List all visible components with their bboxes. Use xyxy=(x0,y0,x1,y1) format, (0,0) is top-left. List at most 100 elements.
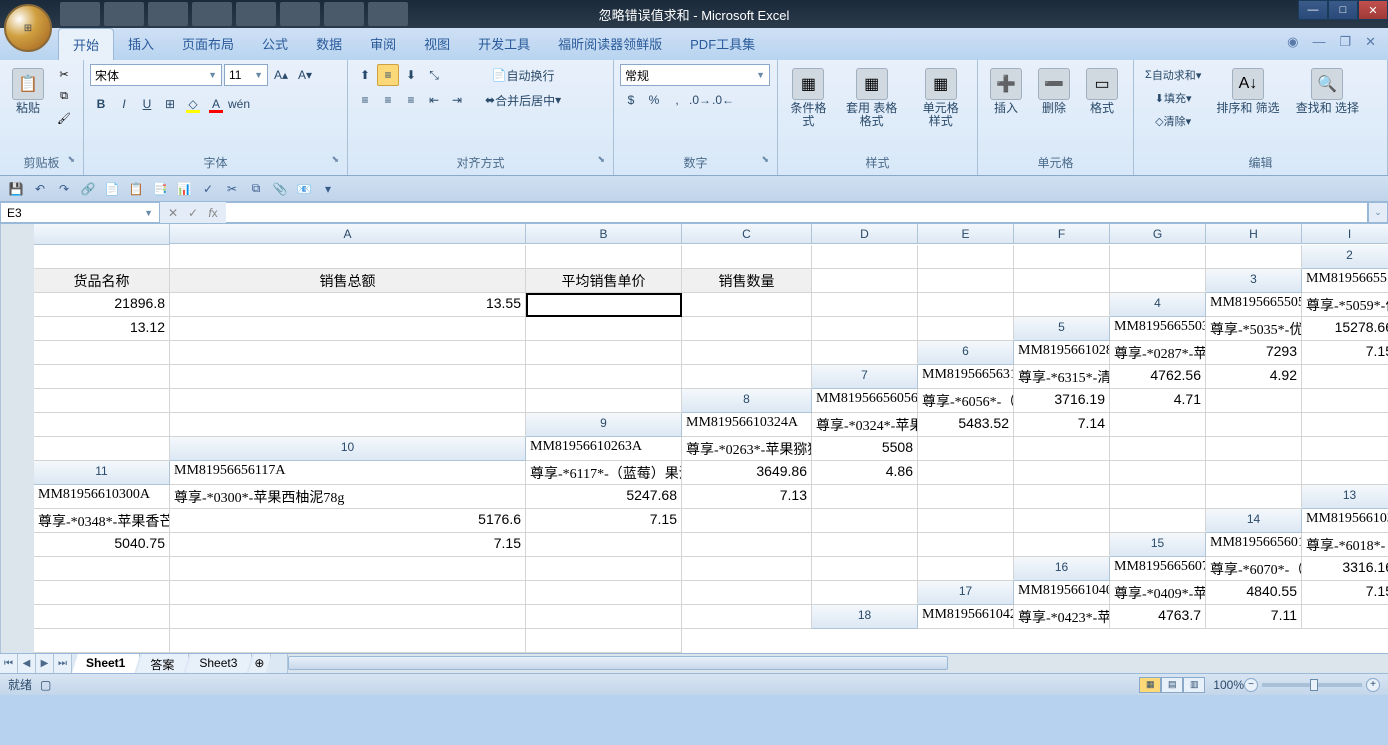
number-launcher[interactable]: ⬊ xyxy=(761,154,769,165)
doc-minimize-icon[interactable]: — xyxy=(1308,32,1329,52)
cell[interactable] xyxy=(526,341,682,365)
cell[interactable] xyxy=(170,365,526,389)
cell-styles-button[interactable]: ▦单元格 样式 xyxy=(910,64,971,132)
fill-button[interactable]: ⬇ 填充 ▾ xyxy=(1140,87,1206,109)
cell[interactable]: 7293 xyxy=(1206,341,1302,365)
cell[interactable] xyxy=(170,605,526,629)
col-header-I[interactable]: I xyxy=(1302,224,1388,244)
row-header[interactable]: 15 xyxy=(1110,533,1206,557)
cell[interactable]: 尊享-*6018*-（黑加仑）果汁泥 120g xyxy=(1302,533,1388,557)
sort-filter-button[interactable]: A↓排序和 筛选 xyxy=(1210,64,1285,119)
cell[interactable]: 货品名称 xyxy=(34,269,170,293)
cell[interactable] xyxy=(1014,485,1110,509)
cell[interactable] xyxy=(918,509,1014,533)
orientation-button[interactable]: ⤡ xyxy=(423,64,445,86)
qat-dropdown[interactable]: ▾ xyxy=(318,179,338,199)
cell[interactable] xyxy=(918,317,1014,341)
cut-button[interactable]: ✂ xyxy=(54,64,74,84)
tab-data[interactable]: 数据 xyxy=(302,28,356,60)
cell[interactable] xyxy=(918,437,1014,461)
select-all-button[interactable] xyxy=(34,224,170,245)
cell[interactable] xyxy=(34,245,170,269)
cell[interactable] xyxy=(34,557,170,581)
cell[interactable] xyxy=(170,629,526,653)
bold-button[interactable]: B xyxy=(90,93,112,115)
view-normal[interactable]: ▦ xyxy=(1139,677,1161,693)
row-header[interactable]: 11 xyxy=(34,461,170,485)
maximize-button[interactable]: □ xyxy=(1328,0,1358,20)
cell[interactable] xyxy=(1110,461,1206,485)
cell[interactable] xyxy=(1014,293,1110,317)
cell[interactable]: 尊享-*6117*-（蓝莓）果汁泥 120g xyxy=(526,461,682,485)
cell[interactable]: 13.55 xyxy=(170,293,526,317)
col-header-F[interactable]: F xyxy=(1014,224,1110,244)
cell[interactable] xyxy=(918,293,1014,317)
cell[interactable]: 3716.19 xyxy=(1014,389,1110,413)
help-icon[interactable]: ◉ xyxy=(1283,32,1302,52)
view-pagebreak[interactable]: ▥ xyxy=(1183,677,1205,693)
cell[interactable] xyxy=(918,485,1014,509)
cell[interactable]: MM81956655035A xyxy=(1110,317,1206,341)
cell[interactable]: 平均销售单价 xyxy=(526,269,682,293)
qat-btn9[interactable]: ✓ xyxy=(198,179,218,199)
row-header[interactable]: 3 xyxy=(1206,269,1302,293)
office-button[interactable]: ⊞ xyxy=(4,4,52,52)
cell[interactable]: MM81956656070A xyxy=(1110,557,1206,581)
cell[interactable] xyxy=(34,413,170,437)
cell[interactable] xyxy=(1014,533,1110,557)
cell[interactable]: 4762.56 xyxy=(1110,365,1206,389)
grow-font-button[interactable]: A▴ xyxy=(270,64,292,86)
sheet-nav-last[interactable]: ⏭ xyxy=(54,654,72,673)
doc-close-icon[interactable]: ✕ xyxy=(1361,32,1380,52)
format-painter-button[interactable]: 🖌 xyxy=(54,108,74,128)
cell[interactable] xyxy=(34,629,170,653)
cell[interactable]: 5247.68 xyxy=(526,485,682,509)
cell[interactable] xyxy=(1206,437,1302,461)
qat-save[interactable]: 💾 xyxy=(6,179,26,199)
cell[interactable] xyxy=(170,389,526,413)
cell[interactable] xyxy=(1206,413,1302,437)
phonetic-button[interactable]: wén xyxy=(228,93,250,115)
cell[interactable] xyxy=(682,293,812,317)
cell[interactable]: 15278.66 xyxy=(1302,317,1388,341)
col-header-E[interactable]: E xyxy=(918,224,1014,244)
row-header[interactable]: 8 xyxy=(682,389,812,413)
format-cells-button[interactable]: ▭格式 xyxy=(1080,64,1124,119)
cell[interactable] xyxy=(34,581,170,605)
cell[interactable]: 3316.16 xyxy=(1302,557,1388,581)
comma-button[interactable]: , xyxy=(666,89,688,111)
cell[interactable]: 7.15 xyxy=(170,533,526,557)
row-header[interactable]: 16 xyxy=(1014,557,1110,581)
cell[interactable]: 尊享-*0348*-苹果香芒甜玉米泥78g xyxy=(34,509,170,533)
active-cell[interactable] xyxy=(526,293,682,317)
tab-developer[interactable]: 开发工具 xyxy=(464,28,544,60)
cell[interactable]: MM81956610324A xyxy=(682,413,812,437)
cell[interactable]: 尊享-*6070*-（香蕉）果汁泥 120g xyxy=(1206,557,1302,581)
sheet-tab-3[interactable]: Sheet3 xyxy=(185,654,252,673)
cell[interactable] xyxy=(1110,269,1206,293)
cell[interactable] xyxy=(682,341,812,365)
cell[interactable]: 销售数量 xyxy=(682,269,812,293)
cell[interactable] xyxy=(812,581,918,605)
macro-record-icon[interactable]: ▢ xyxy=(40,678,51,692)
cell[interactable] xyxy=(526,245,682,269)
cell[interactable] xyxy=(812,557,918,581)
cell[interactable] xyxy=(34,389,170,413)
cell[interactable] xyxy=(812,317,918,341)
cell[interactable]: 5176.6 xyxy=(170,509,526,533)
row-header[interactable]: 7 xyxy=(812,365,918,389)
cell[interactable]: 13.12 xyxy=(34,317,170,341)
cell[interactable] xyxy=(34,437,170,461)
cell[interactable]: 4.92 xyxy=(1206,365,1302,389)
col-header-A[interactable]: A xyxy=(170,224,526,244)
cell[interactable] xyxy=(1110,245,1206,269)
cell[interactable] xyxy=(1206,461,1302,485)
row-header[interactable]: 5 xyxy=(1014,317,1110,341)
align-launcher[interactable]: ⬊ xyxy=(597,154,605,165)
cell[interactable] xyxy=(918,557,1014,581)
cell[interactable] xyxy=(170,341,526,365)
font-name-combo[interactable]: 宋体▼ xyxy=(90,64,222,86)
indent-increase-button[interactable]: ⇥ xyxy=(446,89,468,111)
cell[interactable]: 尊享-*0263*-苹果猕猴桃泥78g xyxy=(682,437,812,461)
cell[interactable] xyxy=(1110,509,1206,533)
